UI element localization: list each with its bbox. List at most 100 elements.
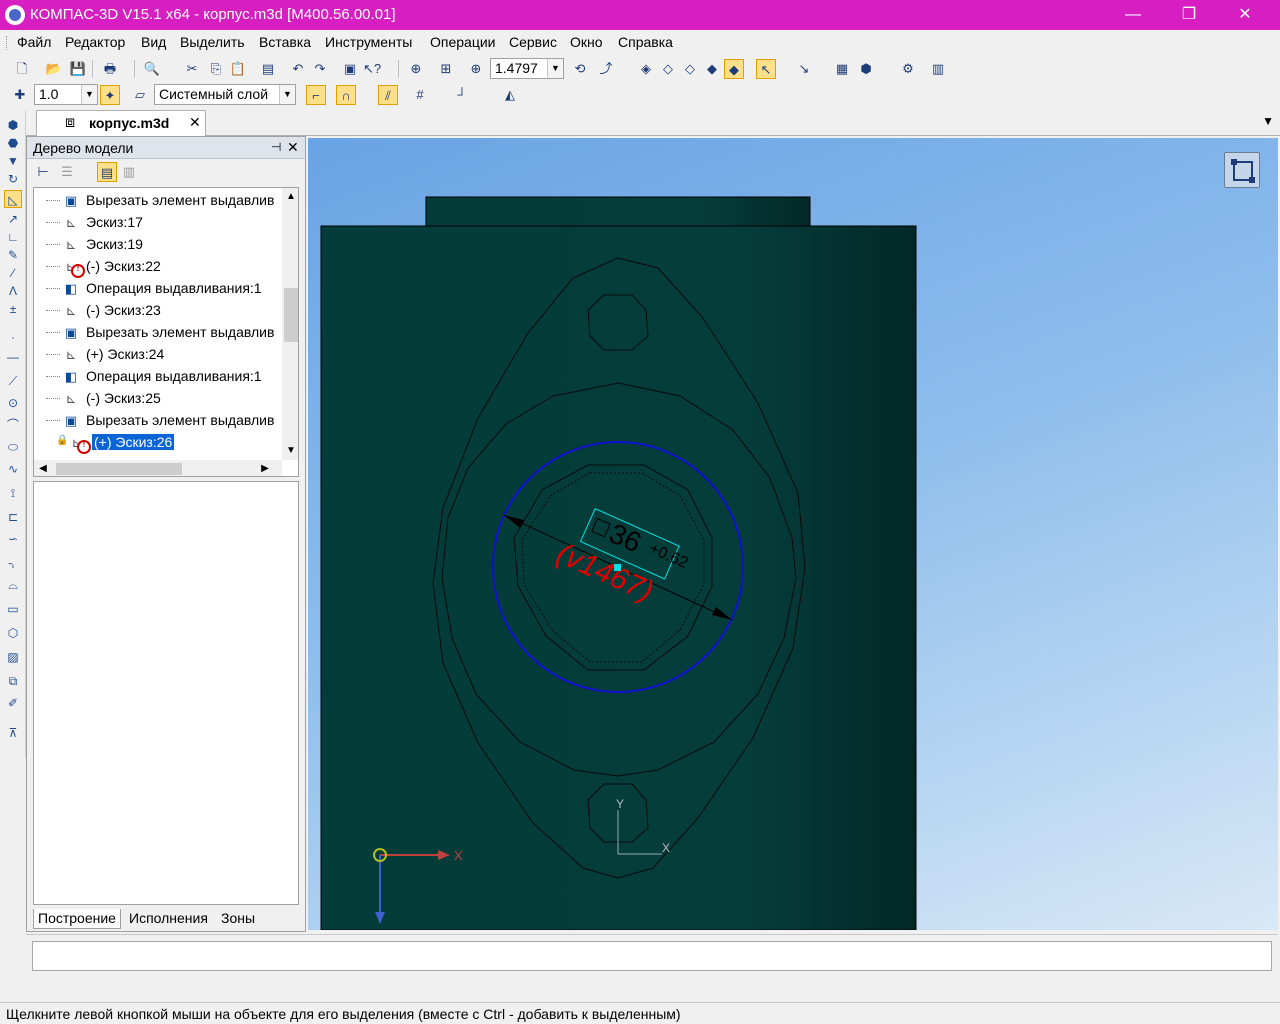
filter-icon[interactable]: ▼ xyxy=(4,152,22,170)
part-edit-icon[interactable]: ⬢ xyxy=(4,116,22,134)
contour-icon[interactable]: ⧉ xyxy=(4,672,22,690)
variables-icon[interactable]: ⚙ xyxy=(898,59,918,79)
tree-horizontal-scrollbar[interactable]: ◀ ▶ xyxy=(34,460,282,476)
geometry-icon[interactable]: ◺ xyxy=(4,190,22,208)
zoom-all-icon[interactable]: ⊞ xyxy=(436,59,456,79)
measure-icon[interactable]: Λ xyxy=(4,282,22,300)
menu-service[interactable]: Сервис xyxy=(509,34,557,50)
rectangle-icon[interactable]: ▭ xyxy=(4,600,22,618)
tree-item[interactable]: ▣ Вырезать элемент выдавливания: xyxy=(34,190,274,212)
tree-item[interactable]: ⊾ (-) Эскиз:25 xyxy=(34,388,274,410)
minimize-button[interactable]: — xyxy=(1110,0,1156,30)
tree-list-icon[interactable]: ☰ xyxy=(57,162,77,182)
model-canvas[interactable]: 36 +0.62 (v1467) Y X X xyxy=(308,138,1278,930)
point-icon[interactable]: · xyxy=(4,328,22,346)
layer-icon[interactable]: ▱ xyxy=(130,85,150,105)
menu-view[interactable]: Вид xyxy=(141,34,166,50)
undo-icon[interactable]: ↶ xyxy=(288,59,308,79)
scroll-thumb[interactable] xyxy=(56,463,182,475)
tree-item[interactable]: ◧ Операция выдавливания:1 xyxy=(34,366,274,388)
view-orientation-button[interactable] xyxy=(1224,152,1260,188)
hidden-lines-view-icon[interactable]: ◇ xyxy=(680,59,700,79)
part-top-ledge[interactable] xyxy=(425,196,811,228)
select-icon[interactable]: ± xyxy=(4,300,22,318)
aux-line-icon[interactable]: — xyxy=(4,348,22,366)
circle-icon[interactable]: ⊙ xyxy=(4,394,22,412)
copy-icon[interactable]: ⎘ xyxy=(206,59,226,79)
menu-operations[interactable]: Операции xyxy=(430,34,496,50)
parametrize-icon[interactable]: ∕ xyxy=(4,264,22,282)
grid-icon[interactable]: # xyxy=(410,85,430,105)
layers-icon[interactable]: ⬢ xyxy=(856,59,876,79)
equidistant-icon[interactable]: ⊏ xyxy=(4,508,22,526)
segment-icon[interactable]: ⟋ xyxy=(4,372,22,390)
tree-item[interactable]: ⊾ (+) Эскиз:24 xyxy=(34,344,274,366)
tree-vertical-scrollbar[interactable]: ▲ ▼ xyxy=(282,188,298,460)
tab-document[interactable]: ⧈ корпус.m3d ✕ xyxy=(36,110,206,136)
polygon-icon[interactable]: ⬡ xyxy=(4,624,22,642)
zoom-in-icon[interactable]: ⊕ xyxy=(466,59,486,79)
scroll-thumb[interactable] xyxy=(284,288,298,342)
cut-icon[interactable]: ✂ xyxy=(182,59,202,79)
zoom-combo[interactable]: 1.4797 ▼ xyxy=(490,58,564,79)
tree-item[interactable]: ⊾ Эскиз:19 xyxy=(34,234,274,256)
designation-icon[interactable]: ∟ xyxy=(4,228,22,246)
tree-item[interactable]: ⊾ (-) Эскиз:22 xyxy=(34,256,274,278)
sketch-edit-icon[interactable]: ⬣ xyxy=(4,134,22,152)
layer-combo[interactable]: Системный слой ▼ xyxy=(154,84,296,105)
tree-item-selected[interactable]: 🔒 ⊾ (+) Эскиз:26 xyxy=(34,432,274,454)
projection-icon[interactable]: ⊼ xyxy=(4,724,22,742)
shaded-edges-view-icon[interactable]: ◆ xyxy=(724,59,744,79)
shaded-view-icon[interactable]: ◈ xyxy=(636,59,656,79)
arc-icon[interactable]: ⌒ xyxy=(4,416,22,434)
orientation-icon[interactable]: ⤴ xyxy=(596,59,616,79)
dimension-handle[interactable] xyxy=(614,564,621,571)
maximize-button[interactable]: ❐ xyxy=(1166,0,1212,30)
zoom-window-icon[interactable]: ⊕ xyxy=(406,59,426,79)
model-tree-list[interactable]: ▣ Вырезать элемент выдавливания: ⊾ Эскиз… xyxy=(33,187,299,477)
orthogonal-icon[interactable]: ┘ xyxy=(452,85,472,105)
spline-icon[interactable]: ∿ xyxy=(4,460,22,478)
tree-view-icon[interactable]: ▤ xyxy=(97,162,117,182)
menu-window[interactable]: Окно xyxy=(570,34,603,50)
tab-list-icon[interactable]: ▼ xyxy=(1262,114,1274,128)
chamfer-icon[interactable]: ⌍ xyxy=(4,554,22,572)
preview-icon[interactable]: 🔍 xyxy=(142,59,162,79)
tree-structure-icon[interactable]: ⊢ xyxy=(33,162,53,182)
magnet-icon[interactable]: ∩ xyxy=(336,85,356,105)
menu-editor[interactable]: Редактор xyxy=(65,34,125,50)
hatch-icon[interactable]: ▨ xyxy=(4,648,22,666)
step-combo[interactable]: 1.0 ▼ xyxy=(34,84,98,105)
open-folder-icon[interactable]: 📂 xyxy=(44,59,64,79)
view-orientation-icon[interactable]: ◭ xyxy=(500,85,520,105)
tree-item[interactable]: ⊾ Эскиз:17 xyxy=(34,212,274,234)
scroll-up-icon[interactable]: ▲ xyxy=(282,188,298,206)
tab-versions[interactable]: Исполнения xyxy=(125,909,212,929)
pin-icon[interactable]: ⊣ xyxy=(271,140,281,154)
tab-zones[interactable]: Зоны xyxy=(217,909,259,929)
fillet-icon[interactable]: ⌓ xyxy=(4,576,22,594)
menu-help[interactable]: Справка xyxy=(618,34,673,50)
tree-item[interactable]: ◧ Операция выдавливания:1 xyxy=(34,278,274,300)
scroll-right-icon[interactable]: ▶ xyxy=(256,460,274,476)
command-input[interactable] xyxy=(32,941,1272,971)
tree-item[interactable]: ▣ Вырезать элемент выдавливания: xyxy=(34,410,274,432)
menu-file[interactable]: Файл xyxy=(17,34,51,50)
new-document-icon[interactable]: 🗋 xyxy=(12,59,32,79)
library-icon[interactable]: ▦ xyxy=(832,59,852,79)
chevron-down-icon[interactable]: ▼ xyxy=(279,85,295,104)
snap-icon[interactable]: ↘ xyxy=(794,59,814,79)
step-cursor-icon[interactable]: ✚ xyxy=(10,85,30,105)
spiral-icon[interactable]: ↻ xyxy=(4,170,22,188)
close-window-button[interactable]: ✕ xyxy=(1222,0,1268,30)
local-cs-icon[interactable]: ⌐ xyxy=(306,85,326,105)
menu-tools[interactable]: Инструменты xyxy=(325,34,412,50)
properties-icon[interactable]: ▤ xyxy=(258,59,278,79)
wireframe-view-icon[interactable]: ◇ xyxy=(658,59,678,79)
solid-view-icon[interactable]: ◆ xyxy=(702,59,722,79)
save-icon[interactable]: 💾 xyxy=(68,59,88,79)
chevron-down-icon[interactable]: ▼ xyxy=(547,59,563,78)
close-tab-icon[interactable]: ✕ xyxy=(189,114,201,131)
select-filter-icon[interactable]: ↖ xyxy=(756,59,776,79)
ellipse-icon[interactable]: ⬭ xyxy=(4,438,22,456)
